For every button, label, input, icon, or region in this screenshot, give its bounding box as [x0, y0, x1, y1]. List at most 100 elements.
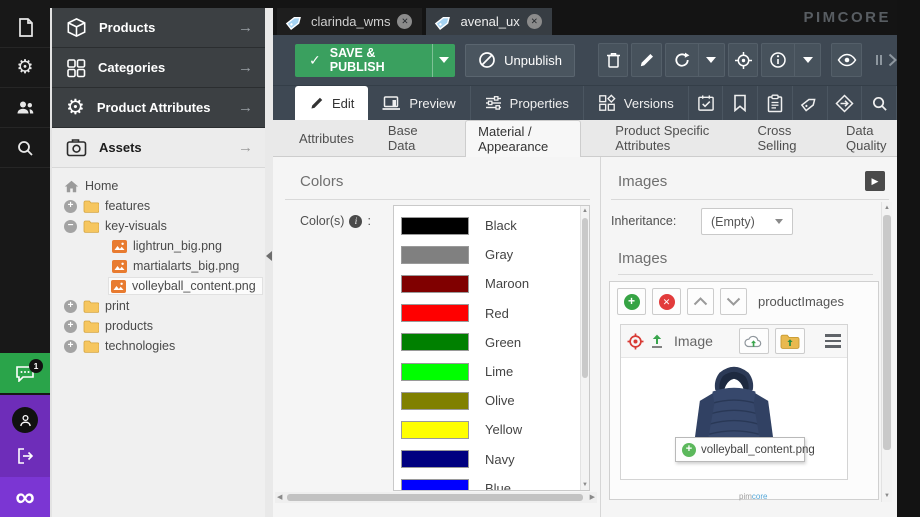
info-button[interactable] [761, 43, 795, 77]
tab-notes-events[interactable] [758, 86, 793, 120]
color-option[interactable]: Olive [394, 386, 589, 415]
rename-button[interactable] [631, 43, 662, 77]
locate-in-tree-button[interactable] [728, 43, 759, 77]
doc-tab-avenal[interactable]: avenal_ux ✕ [426, 8, 551, 35]
tab-versions[interactable]: Versions [584, 86, 689, 120]
tree-item-key-visuals[interactable]: − key-visuals [52, 216, 265, 236]
expand-plus-icon[interactable]: + [64, 340, 77, 353]
image-drop-area[interactable]: pimcore + volleyball_content.png [621, 359, 847, 480]
panel-expand-button[interactable]: ▶ [865, 171, 885, 191]
listbox-scrollbar[interactable]: ▲ ▼ [580, 206, 589, 490]
move-up-button[interactable] [687, 288, 714, 315]
doc-tab-clarinda[interactable]: clarinda_wms ✕ [277, 8, 422, 35]
tab-edit[interactable]: Edit [295, 86, 368, 120]
cloud-upload-icon [743, 333, 765, 349]
expand-plus-icon[interactable]: + [64, 300, 77, 313]
expand-plus-icon[interactable]: + [64, 200, 77, 213]
rail-settings-button[interactable]: ⚙ [0, 48, 50, 88]
tree-item-volleyball[interactable]: volleyball_content.png [52, 276, 265, 296]
scrollbar-thumb[interactable] [287, 494, 583, 501]
rail-search-button[interactable] [0, 128, 50, 168]
upload-button[interactable] [739, 328, 769, 354]
tab-preview[interactable]: Preview [368, 86, 470, 120]
tab-tags[interactable] [793, 86, 828, 120]
rail-file-button[interactable] [0, 8, 50, 48]
tab-scheduled-tasks[interactable] [689, 86, 724, 120]
subtab-material-appearance[interactable]: Material / Appearance [465, 120, 581, 157]
subtab-cross-selling[interactable]: Cross Selling [757, 120, 812, 156]
tab-search[interactable] [862, 86, 897, 120]
tree-item-products[interactable]: + products [52, 316, 265, 336]
tree-item-technologies[interactable]: + technologies [52, 336, 265, 356]
logout-icon[interactable] [16, 447, 35, 465]
reload-button[interactable] [665, 43, 699, 77]
scroll-up-icon[interactable]: ▲ [581, 208, 589, 214]
pencil-icon [638, 52, 655, 69]
scroll-up-icon[interactable]: ▲ [882, 205, 892, 211]
color-option[interactable]: Yellow [394, 415, 589, 444]
scrollbar-thumb[interactable] [582, 218, 588, 378]
color-option[interactable]: Navy [394, 445, 589, 474]
accordion-products[interactable]: Products → [52, 8, 265, 48]
save-dropdown-button[interactable] [432, 44, 456, 77]
scrollbar-thumb[interactable] [883, 215, 891, 450]
tree-item-print[interactable]: + print [52, 296, 265, 316]
move-down-button[interactable] [720, 288, 747, 315]
rail-logo-tile[interactable]: ∞ [0, 477, 50, 517]
rail-messages-button[interactable]: 1 [0, 353, 50, 393]
rail-users-button[interactable] [0, 88, 50, 128]
product-images-field: + ✕ productImages Image [609, 281, 879, 500]
select-from-assets-button[interactable] [775, 328, 805, 354]
plus-circle-icon: + [682, 443, 696, 457]
scroll-left-icon[interactable]: ◀ [277, 493, 282, 501]
tree-item-home[interactable]: Home [52, 176, 265, 196]
delete-button[interactable] [598, 43, 629, 77]
horizontal-scrollbar[interactable]: ◀ ▶ [275, 492, 597, 503]
tree-item-features[interactable]: + features [52, 196, 265, 216]
accordion-assets[interactable]: Assets → [52, 128, 265, 168]
color-option[interactable]: Blue [394, 474, 589, 491]
scroll-right-icon[interactable]: ▶ [590, 493, 595, 501]
images-panel-scrollbar[interactable]: ▲ ▼ [881, 202, 892, 502]
close-icon[interactable]: ✕ [527, 14, 542, 29]
color-option[interactable]: Red [394, 299, 589, 328]
panel-collapse-handle[interactable] [264, 247, 273, 265]
reload-dropdown-button[interactable] [699, 43, 725, 77]
subtab-data-quality[interactable]: Data Quality [846, 120, 897, 156]
color-option[interactable]: Black [394, 211, 589, 240]
save-publish-button[interactable]: ✓SAVE & PUBLISH [295, 44, 455, 77]
color-option[interactable]: Maroon [394, 269, 589, 298]
toolbar-overflow-indicator[interactable] [876, 53, 897, 67]
colors-multiselect[interactable]: Black Gray Maroon Red Green Lime Olive Y… [393, 205, 590, 491]
inheritance-select[interactable]: (Empty) [701, 208, 793, 235]
color-option[interactable]: Gray [394, 240, 589, 269]
upload-arrow-icon[interactable] [650, 333, 664, 349]
accordion-categories[interactable]: Categories → [52, 48, 265, 88]
scroll-down-icon[interactable]: ▼ [882, 493, 892, 499]
preview-eye-button[interactable] [831, 43, 862, 77]
tab-workflow[interactable] [828, 86, 863, 120]
unpublish-button[interactable]: Unpublish [465, 44, 575, 77]
add-image-button[interactable]: + [617, 288, 646, 315]
tree-item-martialarts[interactable]: martialarts_big.png [52, 256, 265, 276]
user-avatar[interactable] [12, 407, 38, 433]
collapse-minus-icon[interactable]: − [64, 220, 77, 233]
images-panel-title: Images [618, 173, 667, 190]
close-icon[interactable]: ✕ [397, 14, 412, 29]
expand-plus-icon[interactable]: + [64, 320, 77, 333]
tab-properties[interactable]: Properties [471, 86, 584, 120]
tab-bookmarks[interactable] [723, 86, 758, 120]
color-option[interactable]: Lime [394, 357, 589, 386]
subtab-attributes[interactable]: Attributes [299, 120, 354, 156]
folder-icon [83, 200, 99, 213]
remove-image-button[interactable]: ✕ [652, 288, 681, 315]
subtab-product-specific[interactable]: Product Specific Attributes [615, 120, 723, 156]
tree-item-lightrun[interactable]: lightrun_big.png [52, 236, 265, 256]
scroll-down-icon[interactable]: ▼ [581, 482, 589, 488]
color-option[interactable]: Green [394, 328, 589, 357]
info-dropdown-button[interactable] [795, 43, 821, 77]
accordion-product-attributes[interactable]: ⚙ Product Attributes → [52, 88, 265, 128]
menu-icon[interactable] [825, 334, 841, 348]
focal-point-icon[interactable] [627, 333, 644, 350]
subtab-base-data[interactable]: Base Data [388, 120, 431, 156]
